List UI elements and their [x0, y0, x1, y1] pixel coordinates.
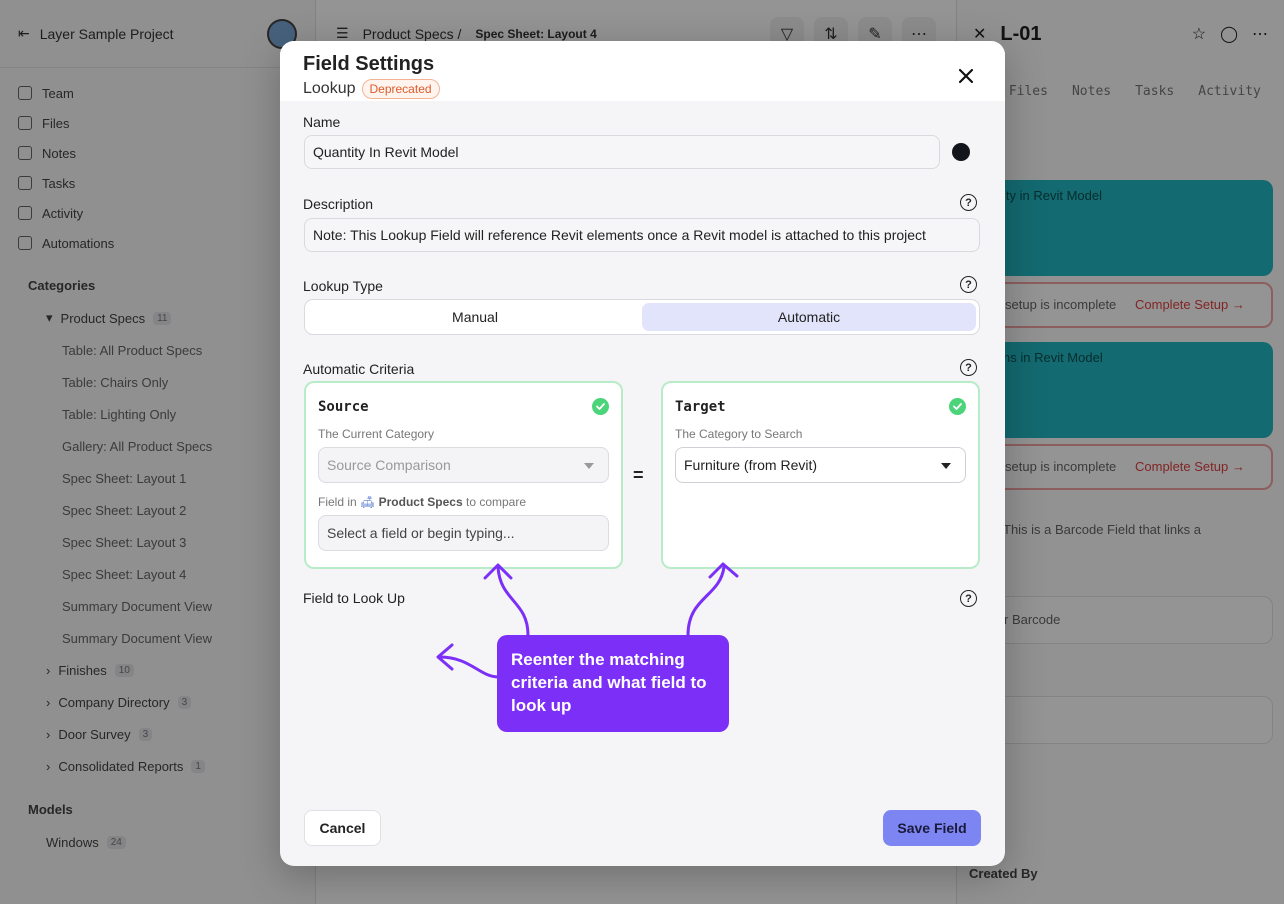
modal-subtitle: Lookup Deprecated	[303, 79, 440, 99]
cancel-button[interactable]: Cancel	[304, 810, 381, 846]
automatic-criteria-label: Automatic Criteria	[303, 361, 415, 377]
source-title: Source	[318, 399, 369, 415]
source-card: Source The Current Category Source Compa…	[304, 381, 623, 569]
target-title: Target	[675, 399, 726, 415]
target-card: Target The Category to Search Furniture …	[661, 381, 980, 569]
source-field-input[interactable]: Select a field or begin typing...	[318, 515, 609, 551]
help-icon[interactable]: ?	[960, 590, 977, 607]
lookup-type-automatic[interactable]: Automatic	[642, 303, 976, 331]
modal-header: Field Settings Lookup Deprecated	[280, 41, 1005, 101]
field-type: Lookup	[303, 80, 356, 97]
arrowhead	[436, 643, 454, 671]
arrow-to-source	[496, 565, 530, 637]
arrow-to-target	[686, 565, 726, 637]
help-icon[interactable]: ?	[960, 276, 977, 293]
lookup-type-manual[interactable]: Manual	[308, 303, 642, 331]
color-picker[interactable]	[944, 135, 978, 169]
sofa-icon: 🛋	[360, 495, 376, 509]
target-category-select[interactable]: Furniture (from Revit)	[675, 447, 966, 483]
modal-title: Field Settings	[303, 53, 435, 75]
placeholder: Select a field or begin typing...	[327, 525, 515, 541]
close-icon[interactable]	[955, 65, 977, 87]
color-swatch	[952, 143, 970, 161]
help-icon[interactable]: ?	[960, 194, 977, 211]
arrow-to-lookup	[438, 655, 500, 679]
save-field-button[interactable]: Save Field	[883, 810, 981, 846]
check-icon	[949, 398, 966, 415]
select-value: Source Comparison	[327, 457, 451, 473]
equals-sign: =	[633, 465, 644, 485]
instruction-callout: Reenter the matching criteria and what f…	[497, 635, 729, 732]
description-input[interactable]: Note: This Lookup Field will reference R…	[304, 218, 980, 252]
name-input[interactable]: Quantity In Revit Model	[304, 135, 940, 169]
field-to-look-up-label: Field to Look Up	[303, 590, 405, 606]
dropdown-caret-icon	[941, 463, 951, 469]
source-comparison-select: Source Comparison	[318, 447, 609, 483]
lookup-type-label: Lookup Type	[303, 278, 383, 294]
modal-footer: Cancel Save Field	[280, 786, 1005, 866]
dropdown-caret-icon	[584, 463, 594, 469]
target-subtitle: The Category to Search	[675, 427, 803, 441]
select-value: Furniture (from Revit)	[684, 457, 818, 473]
hint-suffix: to compare	[465, 495, 527, 509]
source-subtitle: The Current Category	[318, 427, 435, 441]
deprecated-badge: Deprecated	[361, 79, 440, 99]
check-icon	[592, 398, 609, 415]
hint-prefix: Field in	[318, 495, 357, 509]
description-label: Description	[303, 196, 374, 212]
field-in-hint: Field in 🛋 Product Specs to compare	[318, 495, 526, 509]
hint-category: Product Specs	[378, 495, 463, 509]
name-label: Name	[303, 114, 341, 130]
field-settings-modal: Field Settings Lookup Deprecated Name Qu…	[280, 41, 1005, 866]
help-icon[interactable]: ?	[960, 359, 977, 376]
lookup-type-toggle: Manual Automatic	[304, 299, 980, 335]
